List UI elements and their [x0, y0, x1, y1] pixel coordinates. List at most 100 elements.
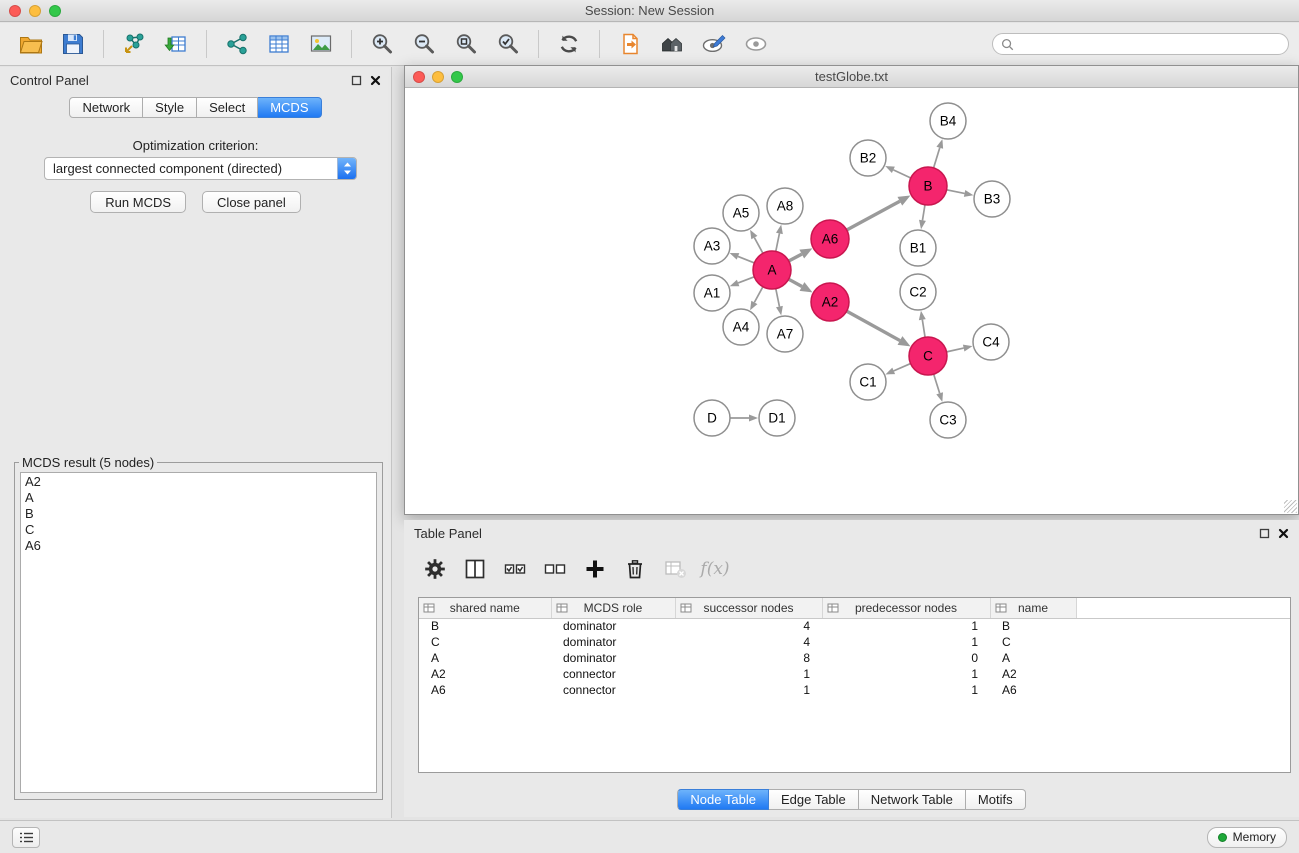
cell[interactable]: 8	[675, 650, 822, 666]
result-item[interactable]: A	[23, 490, 374, 506]
tab-motifs[interactable]: Motifs	[966, 789, 1026, 810]
cell[interactable]: 1	[675, 666, 822, 682]
table-panel-close-icon[interactable]	[1278, 528, 1289, 539]
cell[interactable]: dominator	[551, 634, 675, 650]
resize-grip[interactable]	[1284, 500, 1297, 513]
table-row[interactable]: Bdominator41B	[419, 618, 1290, 634]
column-header-mcds-role[interactable]: MCDS role	[551, 598, 675, 618]
graph-node-A3[interactable]: A3	[694, 228, 730, 264]
graph-edge-B-B1[interactable]	[919, 205, 926, 229]
graph-edge-A6-B[interactable]	[847, 196, 911, 230]
zoom-fit-button[interactable]	[448, 27, 484, 61]
graph-edge-A2-C[interactable]	[847, 311, 911, 346]
column-header-predecessor-nodes[interactable]: predecessor nodes	[822, 598, 990, 618]
graph-edge-A-A5[interactable]	[750, 230, 763, 254]
cell[interactable]: A2	[419, 666, 551, 682]
apply-layout-button[interactable]	[551, 27, 587, 61]
result-item[interactable]: A2	[23, 474, 374, 490]
graph-edge-A-A1[interactable]	[730, 277, 755, 286]
memory-button[interactable]: Memory	[1207, 827, 1287, 848]
tab-mcds[interactable]: MCDS	[258, 97, 321, 118]
tab-network[interactable]: Network	[69, 97, 143, 118]
table-row[interactable]: A2connector11A2	[419, 666, 1290, 682]
table-row[interactable]: A6connector11A6	[419, 682, 1290, 698]
cell[interactable]: B	[419, 618, 551, 634]
first-neighbors-button[interactable]	[654, 27, 690, 61]
network-minimize-button[interactable]	[432, 71, 444, 83]
network-zoom-button[interactable]	[451, 71, 463, 83]
delete-table-button[interactable]	[658, 553, 692, 585]
zoom-selected-button[interactable]	[490, 27, 526, 61]
graph-node-C[interactable]: C	[909, 337, 947, 375]
cell[interactable]: 1	[822, 666, 990, 682]
graph-node-B3[interactable]: B3	[974, 181, 1010, 217]
close-panel-button[interactable]: Close panel	[202, 191, 301, 213]
graph-node-A6[interactable]: A6	[811, 220, 849, 258]
import-file-button[interactable]	[612, 27, 648, 61]
result-item[interactable]: C	[23, 522, 374, 538]
cell[interactable]: 4	[675, 634, 822, 650]
graph-node-A4[interactable]: A4	[723, 309, 759, 345]
cell[interactable]: C	[990, 634, 1076, 650]
panel-selector-button[interactable]	[12, 827, 40, 848]
graph-node-D1[interactable]: D1	[759, 400, 795, 436]
search-field[interactable]	[992, 33, 1289, 55]
tab-node-table[interactable]: Node Table	[677, 789, 769, 810]
zoom-in-button[interactable]	[364, 27, 400, 61]
import-network-button[interactable]	[116, 27, 152, 61]
graph-edge-B-B4[interactable]	[934, 139, 944, 168]
graph-node-C1[interactable]: C1	[850, 364, 886, 400]
graph-node-A5[interactable]: A5	[723, 195, 759, 231]
float-panel-icon[interactable]	[351, 75, 362, 86]
function-builder-button[interactable]: f(x)	[698, 553, 732, 585]
cell[interactable]: 1	[822, 634, 990, 650]
tab-style[interactable]: Style	[143, 97, 197, 118]
graph-edge-A-A6[interactable]	[789, 248, 813, 261]
search-input[interactable]	[1019, 37, 1281, 51]
graph-edge-C-C4[interactable]	[947, 345, 973, 352]
close-window-button[interactable]	[9, 5, 21, 17]
network-close-button[interactable]	[413, 71, 425, 83]
cell[interactable]: dominator	[551, 650, 675, 666]
network-canvas[interactable]: B4B2BB3A5A8A6B1A3AA1C2A2A4A7C4CC1C3DD1	[405, 88, 1298, 514]
cell[interactable]: A	[419, 650, 551, 666]
cell[interactable]: 1	[675, 682, 822, 698]
column-header-name[interactable]: name	[990, 598, 1076, 618]
delete-column-button[interactable]	[618, 553, 652, 585]
graph-edge-C-C1[interactable]	[885, 364, 910, 375]
graph-edge-B-B3[interactable]	[947, 190, 974, 197]
cell[interactable]: A6	[990, 682, 1076, 698]
table-row[interactable]: Cdominator41C	[419, 634, 1290, 650]
select-all-button[interactable]	[498, 553, 532, 585]
run-mcds-button[interactable]: Run MCDS	[90, 191, 186, 213]
save-session-button[interactable]	[55, 27, 91, 61]
cell[interactable]: A6	[419, 682, 551, 698]
cell[interactable]: C	[419, 634, 551, 650]
cell[interactable]: 1	[822, 618, 990, 634]
cell[interactable]: B	[990, 618, 1076, 634]
graph-node-C3[interactable]: C3	[930, 402, 966, 438]
cell[interactable]: connector	[551, 682, 675, 698]
show-graphics-details-button[interactable]	[696, 27, 732, 61]
table-row[interactable]: Adominator80A	[419, 650, 1290, 666]
graph-node-A1[interactable]: A1	[694, 275, 730, 311]
cell[interactable]: 0	[822, 650, 990, 666]
tab-edge-table[interactable]: Edge Table	[769, 789, 859, 810]
result-item[interactable]: B	[23, 506, 374, 522]
graph-node-D[interactable]: D	[694, 400, 730, 436]
graph-edge-B-B2[interactable]	[885, 166, 911, 178]
deselect-all-button[interactable]	[538, 553, 572, 585]
show-hide-columns-button[interactable]	[458, 553, 492, 585]
export-image-button[interactable]	[303, 27, 339, 61]
graph-node-C2[interactable]: C2	[900, 274, 936, 310]
zoom-out-button[interactable]	[406, 27, 442, 61]
cell[interactable]: dominator	[551, 618, 675, 634]
graph-node-B1[interactable]: B1	[900, 230, 936, 266]
new-column-button[interactable]	[578, 553, 612, 585]
graph-edge-C-C3[interactable]	[934, 374, 943, 402]
tab-select[interactable]: Select	[197, 97, 258, 118]
graph-edge-C-C2[interactable]	[919, 311, 926, 337]
cell[interactable]: A	[990, 650, 1076, 666]
column-header-successor-nodes[interactable]: successor nodes	[675, 598, 822, 618]
graph-edge-A-A3[interactable]	[730, 253, 755, 263]
